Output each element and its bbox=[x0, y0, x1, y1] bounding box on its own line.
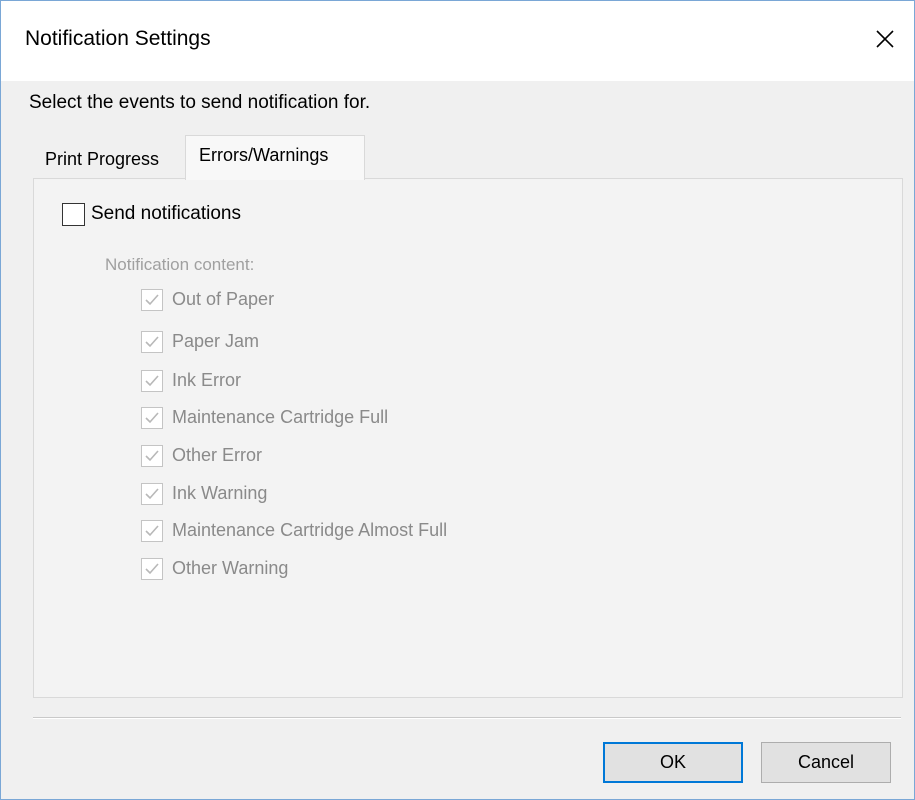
maintenance-cartridge-full-label: Maintenance Cartridge Full bbox=[172, 407, 389, 427]
notification-content-caption: Notification content: bbox=[105, 255, 255, 274]
paper-jam-label: Paper Jam bbox=[172, 331, 260, 351]
ok-button[interactable]: OK bbox=[603, 742, 743, 783]
dialog-title: Notification Settings bbox=[25, 27, 211, 50]
footer-separator bbox=[33, 717, 901, 719]
instruction-text: Select the events to send notification f… bbox=[29, 92, 371, 113]
out-of-paper-label: Out of Paper bbox=[172, 289, 275, 309]
out-of-paper-checkbox bbox=[141, 289, 163, 311]
ink-warning-label: Ink Warning bbox=[172, 483, 268, 503]
close-icon bbox=[876, 30, 894, 48]
close-button[interactable] bbox=[865, 19, 905, 59]
other-warning-label: Other Warning bbox=[172, 558, 289, 578]
notification-settings-dialog: Notification Settings Select the events … bbox=[0, 0, 915, 800]
maintenance-cartridge-almost-full-checkbox bbox=[141, 520, 163, 542]
other-warning-checkbox bbox=[141, 558, 163, 580]
tab-print-progress[interactable]: Print Progress bbox=[35, 143, 185, 179]
check-icon bbox=[145, 450, 159, 462]
check-icon bbox=[145, 375, 159, 387]
title-bar: Notification Settings bbox=[1, 1, 914, 81]
maintenance-cartridge-almost-full-label: Maintenance Cartridge Almost Full bbox=[172, 520, 448, 540]
other-error-label: Other Error bbox=[172, 445, 263, 465]
check-icon bbox=[145, 336, 159, 348]
check-icon bbox=[145, 563, 159, 575]
send-notifications-label[interactable]: Send notifications bbox=[91, 203, 241, 225]
cancel-button[interactable]: Cancel bbox=[761, 742, 891, 783]
check-icon bbox=[145, 488, 159, 500]
paper-jam-checkbox bbox=[141, 331, 163, 353]
send-notifications-checkbox[interactable] bbox=[62, 203, 85, 226]
ink-warning-checkbox bbox=[141, 483, 163, 505]
check-icon bbox=[145, 294, 159, 306]
check-icon bbox=[145, 412, 159, 424]
ink-error-label: Ink Error bbox=[172, 370, 242, 390]
maintenance-cartridge-full-checkbox bbox=[141, 407, 163, 429]
ink-error-checkbox bbox=[141, 370, 163, 392]
check-icon bbox=[145, 525, 159, 537]
other-error-checkbox bbox=[141, 445, 163, 467]
tab-errors-warnings[interactable]: Errors/Warnings bbox=[185, 135, 365, 180]
